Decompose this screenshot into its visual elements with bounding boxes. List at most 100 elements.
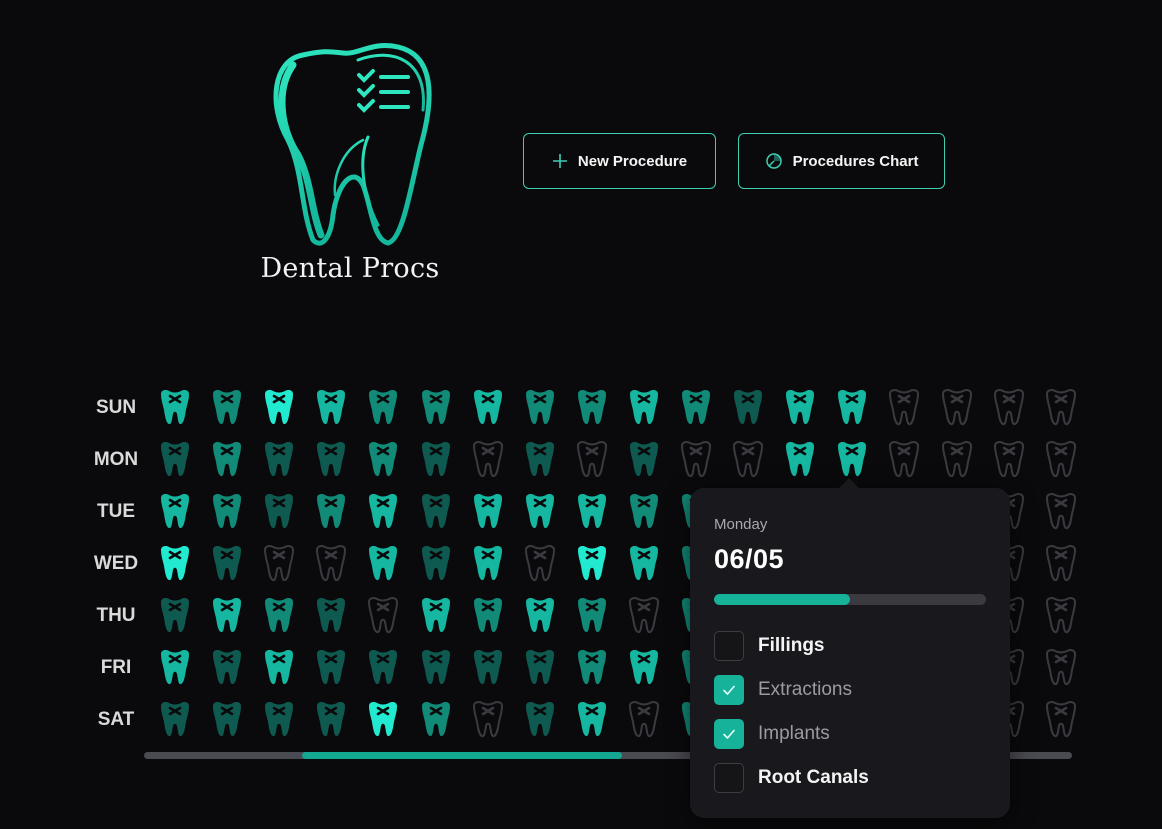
tooth-cell[interactable] bbox=[470, 700, 506, 740]
tooth-cell[interactable] bbox=[834, 440, 870, 480]
tooth-cell[interactable] bbox=[678, 388, 714, 428]
checklist-item[interactable]: Implants bbox=[714, 718, 830, 750]
tooth-cell[interactable] bbox=[157, 544, 193, 584]
tooth-cell[interactable] bbox=[418, 440, 454, 480]
tooth-cell[interactable] bbox=[209, 544, 245, 584]
tooth-cell[interactable] bbox=[574, 648, 610, 688]
tooth-cell[interactable] bbox=[157, 440, 193, 480]
scrollbar-thumb[interactable] bbox=[302, 752, 622, 759]
tooth-cell[interactable] bbox=[782, 388, 818, 428]
tooth-cell[interactable] bbox=[626, 388, 662, 428]
tooth-cell[interactable] bbox=[678, 440, 714, 480]
tooth-cell[interactable] bbox=[626, 596, 662, 636]
tooth-cell[interactable] bbox=[574, 440, 610, 480]
tooth-cell[interactable] bbox=[626, 492, 662, 532]
tooth-cell[interactable] bbox=[470, 544, 506, 584]
tooth-cell[interactable] bbox=[209, 596, 245, 636]
tooth-cell[interactable] bbox=[261, 648, 297, 688]
tooth-cell[interactable] bbox=[1043, 700, 1079, 740]
tooth-cell[interactable] bbox=[522, 440, 558, 480]
tooth-cell[interactable] bbox=[991, 440, 1027, 480]
tooth-cell[interactable] bbox=[418, 648, 454, 688]
tooth-cell[interactable] bbox=[470, 440, 506, 480]
tooth-cell[interactable] bbox=[209, 648, 245, 688]
tooth-cell[interactable] bbox=[261, 388, 297, 428]
tooth-cell[interactable] bbox=[418, 700, 454, 740]
tooth-cell[interactable] bbox=[574, 596, 610, 636]
tooth-cell[interactable] bbox=[782, 440, 818, 480]
tooth-cell[interactable] bbox=[939, 388, 975, 428]
tooth-cell[interactable] bbox=[886, 440, 922, 480]
tooth-cell[interactable] bbox=[730, 388, 766, 428]
tooth-cell[interactable] bbox=[209, 388, 245, 428]
tooth-cell[interactable] bbox=[470, 492, 506, 532]
tooth-cell[interactable] bbox=[574, 388, 610, 428]
tooth-cell[interactable] bbox=[418, 596, 454, 636]
procedures-chart-button[interactable]: Procedures Chart bbox=[738, 133, 945, 189]
tooth-cell[interactable] bbox=[313, 544, 349, 584]
tooth-cell[interactable] bbox=[313, 596, 349, 636]
tooth-cell[interactable] bbox=[522, 596, 558, 636]
tooth-cell[interactable] bbox=[365, 596, 401, 636]
tooth-cell[interactable] bbox=[939, 440, 975, 480]
tooth-cell[interactable] bbox=[365, 648, 401, 688]
tooth-cell[interactable] bbox=[418, 544, 454, 584]
tooth-cell[interactable] bbox=[157, 388, 193, 428]
tooth-cell[interactable] bbox=[261, 544, 297, 584]
tooth-cell[interactable] bbox=[522, 388, 558, 428]
tooth-cell[interactable] bbox=[1043, 544, 1079, 584]
checklist-item[interactable]: Fillings bbox=[714, 630, 825, 662]
tooth-cell[interactable] bbox=[261, 700, 297, 740]
tooth-cell[interactable] bbox=[522, 700, 558, 740]
tooth-cell[interactable] bbox=[470, 388, 506, 428]
tooth-cell[interactable] bbox=[261, 596, 297, 636]
tooth-cell[interactable] bbox=[574, 544, 610, 584]
tooth-cell[interactable] bbox=[313, 388, 349, 428]
tooth-cell[interactable] bbox=[157, 648, 193, 688]
tooth-cell[interactable] bbox=[886, 388, 922, 428]
checklist-item[interactable]: Extractions bbox=[714, 674, 852, 706]
tooth-cell[interactable] bbox=[626, 700, 662, 740]
tooth-cell[interactable] bbox=[313, 700, 349, 740]
new-procedure-button[interactable]: New Procedure bbox=[523, 133, 716, 189]
tooth-cell[interactable] bbox=[261, 492, 297, 532]
tooth-cell[interactable] bbox=[313, 492, 349, 532]
tooth-cell[interactable] bbox=[470, 648, 506, 688]
tooth-cell[interactable] bbox=[365, 700, 401, 740]
tooth-cell[interactable] bbox=[365, 440, 401, 480]
tooth-cell[interactable] bbox=[209, 700, 245, 740]
tooth-cell[interactable] bbox=[209, 492, 245, 532]
tooth-cell[interactable] bbox=[418, 388, 454, 428]
checkbox[interactable] bbox=[714, 763, 744, 793]
tooth-cell[interactable] bbox=[522, 492, 558, 532]
tooth-cell[interactable] bbox=[1043, 388, 1079, 428]
tooth-cell[interactable] bbox=[574, 700, 610, 740]
tooth-cell[interactable] bbox=[626, 544, 662, 584]
checkbox[interactable] bbox=[714, 675, 744, 705]
tooth-cell[interactable] bbox=[365, 388, 401, 428]
tooth-cell[interactable] bbox=[522, 544, 558, 584]
tooth-cell[interactable] bbox=[1043, 648, 1079, 688]
checklist-item[interactable]: Root Canals bbox=[714, 762, 869, 794]
tooth-cell[interactable] bbox=[470, 596, 506, 636]
tooth-cell[interactable] bbox=[626, 440, 662, 480]
tooth-cell[interactable] bbox=[157, 700, 193, 740]
tooth-cell[interactable] bbox=[313, 440, 349, 480]
tooth-cell[interactable] bbox=[834, 388, 870, 428]
tooth-cell[interactable] bbox=[574, 492, 610, 532]
tooth-cell[interactable] bbox=[157, 492, 193, 532]
tooth-cell[interactable] bbox=[365, 544, 401, 584]
tooth-cell[interactable] bbox=[1043, 596, 1079, 636]
checkbox[interactable] bbox=[714, 719, 744, 749]
tooth-cell[interactable] bbox=[157, 596, 193, 636]
tooth-cell[interactable] bbox=[418, 492, 454, 532]
tooth-cell[interactable] bbox=[209, 440, 245, 480]
tooth-cell[interactable] bbox=[365, 492, 401, 532]
tooth-cell[interactable] bbox=[626, 648, 662, 688]
tooth-cell[interactable] bbox=[522, 648, 558, 688]
checkbox[interactable] bbox=[714, 631, 744, 661]
tooth-cell[interactable] bbox=[1043, 492, 1079, 532]
tooth-cell[interactable] bbox=[1043, 440, 1079, 480]
tooth-cell[interactable] bbox=[261, 440, 297, 480]
tooth-cell[interactable] bbox=[313, 648, 349, 688]
